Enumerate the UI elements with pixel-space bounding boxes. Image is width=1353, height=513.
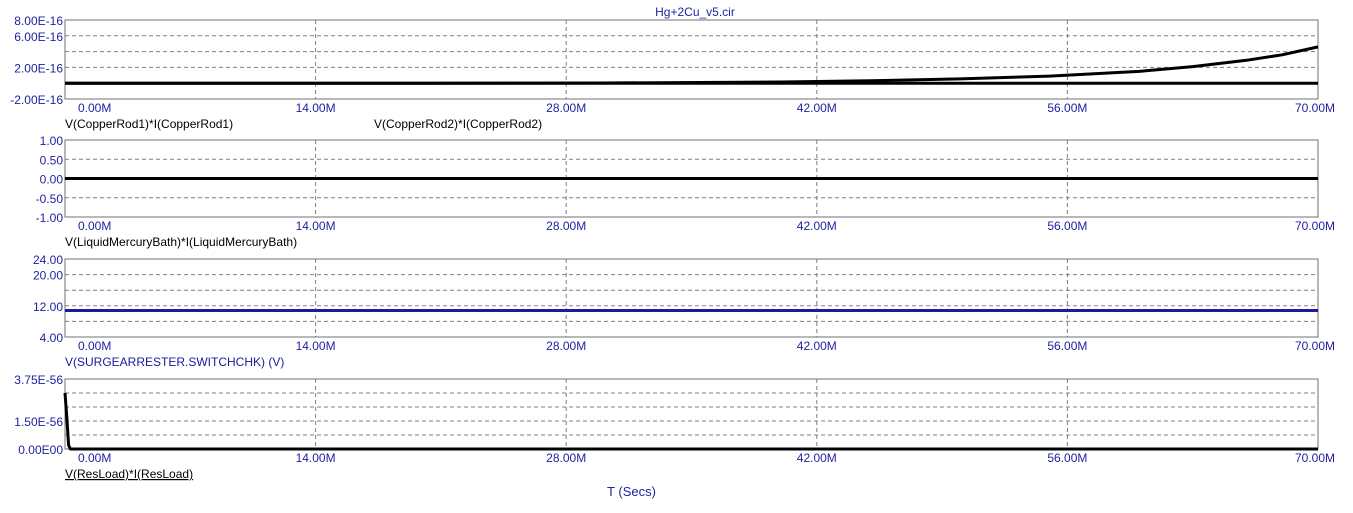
- plot-area: 8.00E-16 6.00E-16 2.00E-16 -2.00E-16 0.00M 14…: [10, 14, 1335, 481]
- x-tick-label: 0.00M: [78, 101, 111, 115]
- x-tick-label: 0.00M: [78, 339, 111, 353]
- x-tick-label: 28.00M: [546, 339, 586, 353]
- y-tick-label: 3.75E-56: [14, 373, 63, 387]
- chart-panel-3: 24.00 20.00 12.00 4.00 0.00M 14.00M 28.00M 42.0…: [33, 253, 1335, 369]
- x-tick-label: 42.00M: [797, 219, 837, 233]
- y-tick-label: 1.00: [40, 134, 64, 148]
- x-tick-label: 70.00M: [1295, 101, 1335, 115]
- legend-label: V(LiquidMercuryBath)*I(LiquidMercuryBath…: [65, 235, 297, 249]
- y-tick-label: 1.50E-56: [14, 415, 63, 429]
- plot-frame: [64, 258, 1319, 338]
- x-tick-label: 56.00M: [1047, 101, 1087, 115]
- x-tick-label: 14.00M: [296, 339, 336, 353]
- x-tick-label: 56.00M: [1047, 339, 1087, 353]
- y-tick-label: 4.00: [40, 331, 64, 345]
- y-tick-label: 0.00E00: [18, 443, 63, 457]
- chart-panel-1: 8.00E-16 6.00E-16 2.00E-16 -2.00E-16 0.00M 14…: [10, 14, 1335, 131]
- x-tick-label: 14.00M: [296, 101, 336, 115]
- x-tick-label: 70.00M: [1295, 219, 1335, 233]
- x-tick-label: 28.00M: [546, 451, 586, 465]
- x-tick-label: 14.00M: [296, 219, 336, 233]
- x-tick-label: 42.00M: [797, 451, 837, 465]
- x-tick-label: 42.00M: [797, 101, 837, 115]
- x-tick-label: 70.00M: [1295, 451, 1335, 465]
- y-tick-label: 0.50: [40, 153, 64, 167]
- x-tick-label: 0.00M: [78, 219, 111, 233]
- y-tick-label: 2.00E-16: [14, 61, 63, 75]
- plot-frame: [64, 19, 1319, 100]
- legend-label: V(SURGEARRESTER.SWITCHCHK) (V): [65, 355, 284, 369]
- x-tick-label: 56.00M: [1047, 451, 1087, 465]
- chart-panel-4: 3.75E-56 1.50E-56 0.00E00 0.00M 14.00M 28.00M…: [14, 373, 1335, 481]
- series-line: [65, 45, 1319, 85]
- legend-label: V(CopperRod1)*I(CopperRod1): [65, 117, 233, 131]
- x-tick-label: 42.00M: [797, 339, 837, 353]
- plot-frame: [64, 378, 1319, 450]
- y-tick-label: 24.00: [33, 253, 63, 267]
- chart-panel-2: 1.00 0.50 0.00 -0.50 -1.00 0.00M 14.00M 28.00M 4…: [36, 134, 1335, 249]
- y-tick-label: 6.00E-16: [14, 30, 63, 44]
- x-tick-label: 0.00M: [78, 451, 111, 465]
- y-tick-label: 20.00: [33, 269, 63, 283]
- x-tick-label: 70.00M: [1295, 339, 1335, 353]
- x-tick-label: 56.00M: [1047, 219, 1087, 233]
- legend-label: V(CopperRod2)*I(CopperRod2): [374, 117, 542, 131]
- y-tick-label: 0.00: [40, 173, 64, 187]
- legend-label: V(ResLoad)*I(ResLoad): [65, 467, 193, 481]
- x-axis-title: T (Secs): [607, 484, 656, 499]
- y-tick-label: -2.00E-16: [10, 93, 63, 107]
- y-tick-label: 12.00: [33, 300, 63, 314]
- x-tick-label: 28.00M: [546, 219, 586, 233]
- y-tick-label: -1.00: [36, 211, 64, 225]
- y-tick-label: -0.50: [36, 192, 64, 206]
- x-tick-label: 28.00M: [546, 101, 586, 115]
- x-tick-label: 14.00M: [296, 451, 336, 465]
- y-tick-label: 8.00E-16: [14, 14, 63, 28]
